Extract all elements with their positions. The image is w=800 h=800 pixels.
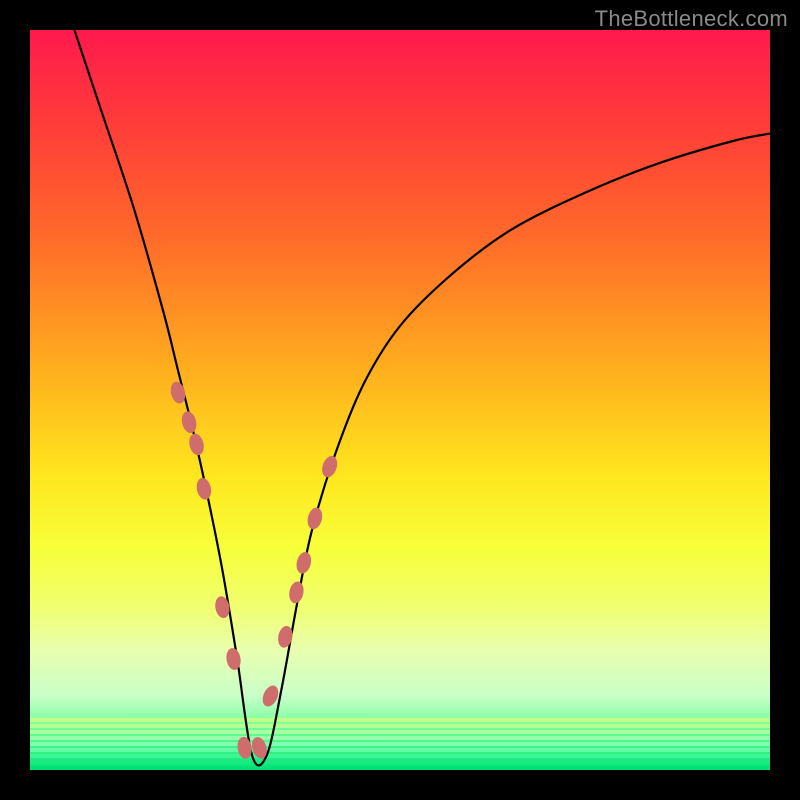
marker-group bbox=[169, 380, 340, 760]
plot-area bbox=[30, 30, 770, 770]
watermark-text: TheBottleneck.com bbox=[595, 6, 788, 32]
curve-svg bbox=[30, 30, 770, 770]
curve-marker bbox=[169, 380, 188, 405]
curve-marker bbox=[319, 454, 339, 479]
curve-marker bbox=[187, 432, 206, 457]
chart-frame: TheBottleneck.com bbox=[0, 0, 800, 800]
curve-marker bbox=[214, 595, 232, 619]
curve-marker bbox=[236, 736, 253, 760]
curve-marker bbox=[195, 477, 213, 501]
curve-marker bbox=[180, 410, 199, 435]
curve-marker bbox=[287, 580, 305, 604]
curve-marker bbox=[305, 506, 324, 531]
curve-marker bbox=[294, 550, 313, 575]
